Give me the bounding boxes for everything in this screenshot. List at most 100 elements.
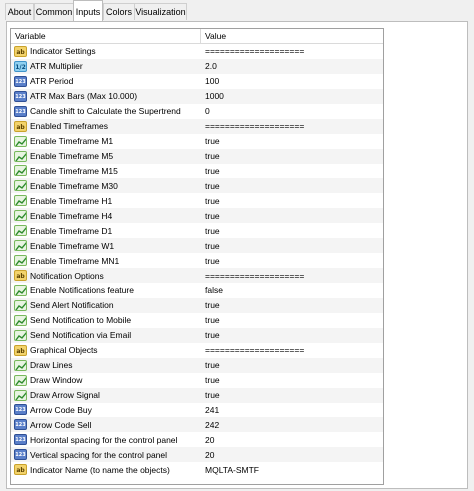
value-cell[interactable]: true bbox=[201, 151, 383, 161]
value-cell[interactable]: true bbox=[201, 166, 383, 176]
string-type-icon: ab bbox=[14, 344, 27, 356]
value-cell[interactable]: 0 bbox=[201, 106, 383, 116]
variable-name: Horizontal spacing for the control panel bbox=[30, 434, 178, 445]
bool-type-icon bbox=[14, 180, 27, 192]
table-row[interactable]: Enable Timeframe MN1 true bbox=[11, 253, 383, 268]
value-cell[interactable]: 2.0 bbox=[201, 61, 383, 71]
table-row[interactable]: 123 ATR Period 100 bbox=[11, 74, 383, 89]
column-header-variable[interactable]: Variable bbox=[11, 29, 201, 43]
integer-type-icon: 123 bbox=[14, 105, 27, 117]
table-row[interactable]: 123 Arrow Code Sell 242 bbox=[11, 417, 383, 433]
bool-type-icon bbox=[14, 359, 27, 371]
table-row[interactable]: Send Notification to Mobile true bbox=[11, 313, 383, 328]
table-row[interactable]: Send Alert Notification true bbox=[11, 297, 383, 313]
variable-cell: ab Indicator Name (to name the objects) bbox=[11, 464, 201, 476]
value-cell[interactable]: 20 bbox=[201, 435, 383, 445]
value-cell[interactable]: 20 bbox=[201, 450, 383, 460]
table-row[interactable]: Enable Timeframe M5 true bbox=[11, 148, 383, 164]
variable-name: Draw Window bbox=[30, 375, 83, 386]
tab-inputs[interactable]: Inputs bbox=[73, 0, 103, 21]
table-row[interactable]: 123 Horizontal spacing for the control pa… bbox=[11, 432, 383, 447]
table-row[interactable]: 123 Arrow Code Buy 241 bbox=[11, 403, 383, 418]
value-cell[interactable]: true bbox=[201, 226, 383, 236]
value-cell[interactable]: 100 bbox=[201, 76, 383, 86]
inputs-grid[interactable]: Variable Value ab Indicator Settings =====… bbox=[10, 28, 384, 485]
table-row[interactable]: ab Graphical Objects ==================== bbox=[11, 343, 383, 358]
table-row[interactable]: Enable Timeframe M30 true bbox=[11, 178, 383, 194]
variable-name: Draw Lines bbox=[30, 360, 73, 371]
table-row[interactable]: Draw Arrow Signal true bbox=[11, 387, 383, 403]
value-cell[interactable]: true bbox=[201, 136, 383, 146]
table-row[interactable]: Enable Timeframe M1 true bbox=[11, 134, 383, 149]
variable-cell: 123 Candle shift to Calculate the Supertr… bbox=[11, 105, 201, 117]
value-cell[interactable]: true bbox=[201, 375, 383, 385]
variable-cell: ab Notification Options bbox=[11, 270, 201, 282]
table-row[interactable]: Draw Window true bbox=[11, 373, 383, 388]
value-cell[interactable]: true bbox=[201, 256, 383, 266]
table-row[interactable]: Draw Lines true bbox=[11, 357, 383, 373]
table-row[interactable]: Enable Notifications feature false bbox=[11, 283, 383, 298]
table-row[interactable]: Send Notification via Email true bbox=[11, 327, 383, 343]
value-cell[interactable]: true bbox=[201, 390, 383, 400]
table-row[interactable]: ab Enabled Timeframes ==================== bbox=[11, 118, 383, 134]
string-type-icon: ab bbox=[14, 45, 27, 57]
table-row[interactable]: Enable Timeframe H4 true bbox=[11, 208, 383, 224]
value-cell[interactable]: MQLTA-SMTF bbox=[201, 465, 383, 475]
value-cell[interactable]: true bbox=[201, 181, 383, 191]
variable-name: Vertical spacing for the control panel bbox=[30, 449, 168, 460]
value-cell[interactable]: true bbox=[201, 360, 383, 370]
variable-cell: Draw Lines bbox=[11, 359, 201, 371]
value-cell[interactable]: ==================== bbox=[201, 121, 383, 131]
value-cell[interactable]: true bbox=[201, 330, 383, 340]
tab-visualization[interactable]: Visualization bbox=[134, 3, 187, 20]
variable-cell: Send Notification via Email bbox=[11, 329, 201, 341]
bool-type-icon bbox=[14, 165, 27, 177]
value-cell[interactable]: ==================== bbox=[201, 345, 383, 355]
variable-cell: Enable Timeframe W1 bbox=[11, 240, 201, 252]
value-cell[interactable]: true bbox=[201, 241, 383, 251]
table-row[interactable]: 1/2 ATR Multiplier 2.0 bbox=[11, 58, 383, 74]
table-row[interactable]: ab Indicator Settings ==================== bbox=[11, 44, 383, 59]
variable-name: Arrow Code Buy bbox=[30, 404, 92, 415]
variable-cell: Enable Timeframe M15 bbox=[11, 165, 201, 177]
variable-name: Notification Options bbox=[30, 270, 104, 281]
tab-colors[interactable]: Colors bbox=[103, 3, 135, 20]
value-cell[interactable]: 1000 bbox=[201, 91, 383, 101]
value-cell[interactable]: true bbox=[201, 300, 383, 310]
table-row[interactable]: Enable Timeframe H1 true bbox=[11, 193, 383, 208]
value-cell[interactable]: ==================== bbox=[201, 271, 383, 281]
variable-name: Enable Timeframe D1 bbox=[30, 225, 113, 236]
variable-name: Candle shift to Calculate the Supertrend bbox=[30, 106, 181, 117]
variable-cell: 123 Horizontal spacing for the control pa… bbox=[11, 434, 201, 446]
value-cell[interactable]: true bbox=[201, 196, 383, 206]
value-cell[interactable]: false bbox=[201, 285, 383, 295]
table-row[interactable]: 123 Candle shift to Calculate the Supertr… bbox=[11, 104, 383, 119]
table-row[interactable]: ab Indicator Name (to name the objects) MQ… bbox=[11, 462, 383, 477]
string-type-icon: ab bbox=[14, 464, 27, 476]
value-cell[interactable]: true bbox=[201, 315, 383, 325]
table-row[interactable]: Enable Timeframe W1 true bbox=[11, 238, 383, 254]
table-row[interactable]: 123 ATR Max Bars (Max 10.000) 1000 bbox=[11, 88, 383, 104]
variable-cell: Enable Timeframe H4 bbox=[11, 210, 201, 222]
tab-common[interactable]: Common bbox=[34, 3, 74, 20]
variable-cell: Enable Timeframe M30 bbox=[11, 180, 201, 192]
variable-name: Indicator Name (to name the objects) bbox=[30, 464, 170, 475]
table-row[interactable]: 123 Vertical spacing for the control pane… bbox=[11, 447, 383, 463]
variable-cell: ab Indicator Settings bbox=[11, 45, 201, 57]
variable-cell: Enable Timeframe M1 bbox=[11, 135, 201, 147]
bool-type-icon bbox=[14, 240, 27, 252]
value-cell[interactable]: 242 bbox=[201, 420, 383, 430]
grid-header: Variable Value bbox=[11, 29, 383, 44]
variable-cell: Draw Window bbox=[11, 374, 201, 386]
value-cell[interactable]: true bbox=[201, 211, 383, 221]
table-row[interactable]: ab Notification Options ==================… bbox=[11, 268, 383, 283]
column-header-value[interactable]: Value bbox=[201, 29, 383, 43]
table-row[interactable]: Enable Timeframe M15 true bbox=[11, 164, 383, 179]
variable-cell: 123 Vertical spacing for the control pane… bbox=[11, 449, 201, 461]
variable-name: Enable Timeframe M1 bbox=[30, 136, 114, 147]
value-cell[interactable]: ==================== bbox=[201, 46, 383, 56]
variable-cell: Enable Timeframe D1 bbox=[11, 225, 201, 237]
value-cell[interactable]: 241 bbox=[201, 405, 383, 415]
tab-about[interactable]: About bbox=[5, 3, 34, 20]
table-row[interactable]: Enable Timeframe D1 true bbox=[11, 223, 383, 238]
